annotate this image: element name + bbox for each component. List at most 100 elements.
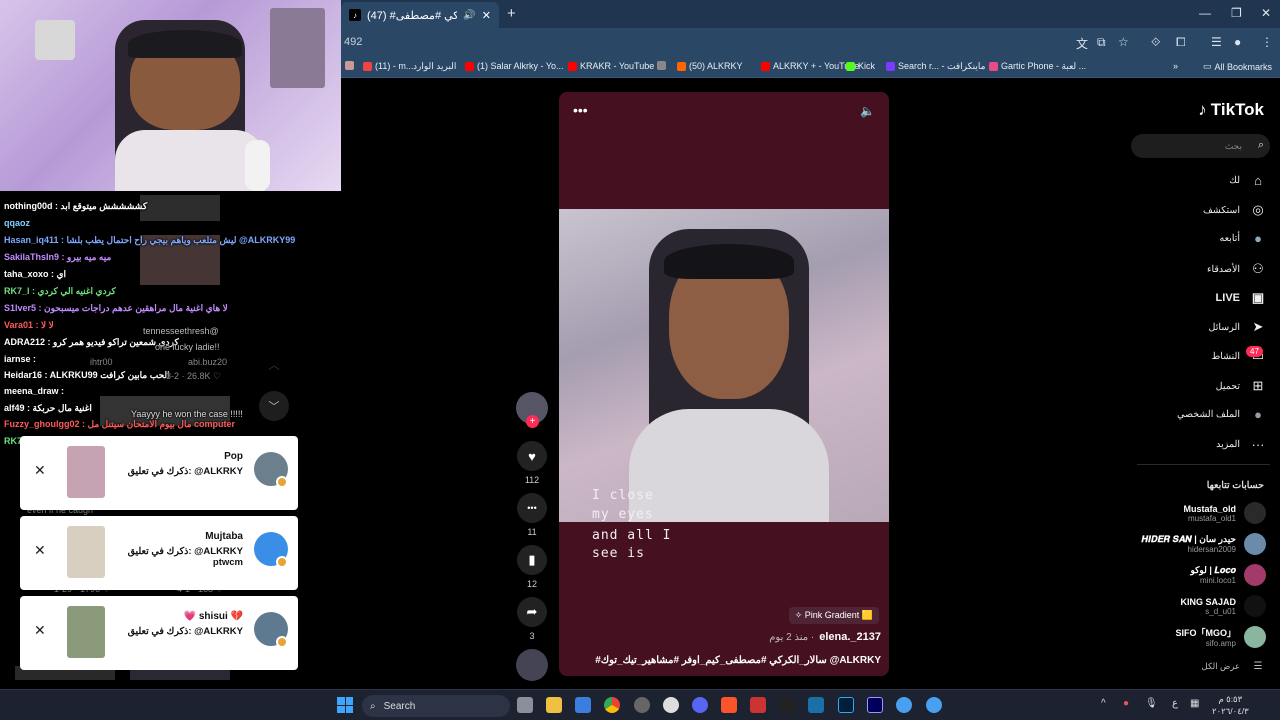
- cast-icon[interactable]: ⧉: [1097, 35, 1106, 50]
- store-icon[interactable]: [575, 697, 591, 713]
- tiktok-logo[interactable]: ♪ TikTok: [1198, 100, 1264, 120]
- profile-avatar-icon[interactable]: ●: [1234, 35, 1241, 49]
- extension-icon[interactable]: ⟐: [1151, 35, 1160, 50]
- folder-icon: ▭: [1203, 61, 1212, 71]
- following-account[interactable]: SIFO「MGO」 sifo.amp: [1176, 626, 1266, 648]
- following-account[interactable]: 𝑯𝑰𝑫𝑬𝑹 𝑺𝑨𝑵 | حيدر سان hidersan2009: [1142, 533, 1266, 555]
- effect-tag[interactable]: ✧ Pink Gradient 🟨: [788, 607, 879, 624]
- chevron-down-icon[interactable]: ﹀: [259, 391, 289, 421]
- notification-card[interactable]: ✕ 💗 shisui 💔 ذكرك في تعليق: @ALKRKY: [20, 596, 298, 670]
- video-caption[interactable]: #سالار_الكركي #مصطفى_كيم_اوفر #مشاهير_تي…: [595, 655, 881, 666]
- like-button[interactable]: ♥ 112: [517, 441, 547, 485]
- chat-line: ADRA212 : كردي شمعين تراكو فيديو همر كرو: [4, 337, 179, 347]
- capcut-icon[interactable]: [779, 697, 795, 713]
- bookmark-item[interactable]: [345, 61, 354, 70]
- puzzle-icon[interactable]: ⧠: [1176, 35, 1186, 50]
- edge-icon[interactable]: [896, 697, 912, 713]
- close-icon[interactable]: ✕: [34, 462, 46, 479]
- following-account[interactable]: KING SAJAD s_d_u01: [1180, 595, 1266, 617]
- nav-more[interactable]: المزيد ···: [1216, 437, 1266, 452]
- video-player[interactable]: ••• 🔈 I close my eyes and all I see is ✧…: [559, 92, 889, 676]
- comment-button[interactable]: ••• 11: [517, 493, 547, 537]
- chevron-up-icon[interactable]: ^: [1101, 698, 1106, 709]
- app-icon[interactable]: [926, 697, 942, 713]
- file-explorer-icon[interactable]: [546, 697, 562, 713]
- bookmark-item[interactable]: ALKRKY + - YouTube: [761, 61, 859, 71]
- bookmark-item[interactable]: (11) - m...: [363, 61, 413, 71]
- nav-for-you[interactable]: لك ⌂: [1229, 173, 1266, 188]
- following-account[interactable]: Mustafa_old mustafa_old1: [1183, 502, 1266, 524]
- obs-icon[interactable]: [634, 697, 650, 713]
- translate-icon[interactable]: 文: [1076, 35, 1088, 52]
- search-input[interactable]: بحث ⌕: [1131, 134, 1270, 158]
- nav-live[interactable]: LIVE ▣: [1216, 290, 1266, 306]
- star-icon[interactable]: ☆: [1118, 35, 1129, 49]
- nav-following[interactable]: أتابعه ●: [1220, 231, 1267, 246]
- notification-card[interactable]: ✕ Mujtaba ذكرك في تعليق: @ALKRKY ptwcm: [20, 516, 298, 590]
- chevron-up-icon[interactable]: ︿: [268, 356, 280, 373]
- share-icon: ➦: [517, 597, 547, 627]
- notification-card[interactable]: ✕ Pop ذكرك في تعليق: @ALKRKY: [20, 436, 298, 510]
- app-icon[interactable]: [750, 697, 766, 713]
- network-icon[interactable]: ▦: [1190, 698, 1199, 709]
- search-icon[interactable]: ⌕: [1258, 139, 1264, 152]
- browser-tab[interactable]: ♪ (47) #سالار_الكركي #مصطفى 🔊 ✕: [341, 2, 499, 28]
- language-indicator[interactable]: ع: [1172, 698, 1178, 709]
- task-view-icon[interactable]: [517, 697, 533, 713]
- mic-icon[interactable]: 🎙: [1145, 698, 1158, 709]
- taskbar-search[interactable]: ⌕ Search: [362, 695, 510, 717]
- menu-list-icon[interactable]: ☰: [1211, 35, 1222, 49]
- close-tab-icon[interactable]: ✕: [482, 9, 491, 22]
- premiere-icon[interactable]: [867, 697, 883, 713]
- chat-line: alf49 : اغنية مال حربكة: [4, 403, 92, 413]
- notification-message: ذكرك في تعليق: @ALKRKY: [127, 466, 243, 477]
- new-tab-button[interactable]: +: [507, 5, 516, 22]
- follow-plus-icon[interactable]: +: [526, 415, 539, 428]
- photoshop-icon[interactable]: [838, 697, 854, 713]
- bookmark-item[interactable]: KRAKR - YouTube: [568, 61, 654, 71]
- bookmark-item[interactable]: Search r... - ماينكرافت: [886, 61, 985, 72]
- discord-icon[interactable]: [692, 697, 708, 713]
- overlay-text: Yaayyy he won the case !!!!!: [131, 409, 243, 419]
- author-name[interactable]: elena._2137: [819, 631, 881, 643]
- more-options-icon[interactable]: •••: [573, 102, 588, 118]
- bookmark-item[interactable]: [657, 61, 666, 70]
- audio-icon[interactable]: 🔊: [463, 10, 475, 21]
- steam-icon[interactable]: [808, 697, 824, 713]
- nav-messages[interactable]: الرسائل ➤: [1209, 319, 1266, 335]
- tab-title: (47) #سالار_الكركي #مصطفى: [367, 9, 458, 22]
- bookmark-item[interactable]: Kick: [846, 61, 875, 71]
- lyric-line: see is: [592, 546, 645, 561]
- nav-upload[interactable]: تحميل ⊞: [1216, 378, 1266, 394]
- sound-disc[interactable]: [516, 649, 548, 681]
- clock[interactable]: ٥:٥٣ م ٢٠٢٦/٠٤/٣: [1212, 693, 1249, 717]
- live-icon: ▣: [1251, 290, 1265, 305]
- see-all-button[interactable]: عرض الكل ☰: [1202, 661, 1266, 672]
- close-window-button[interactable]: ✕: [1261, 6, 1271, 20]
- brave-icon[interactable]: [721, 697, 737, 713]
- url-text[interactable]: 492: [344, 36, 362, 48]
- nav-explore[interactable]: استكشف ◎: [1203, 202, 1266, 218]
- restore-button[interactable]: ❐: [1231, 6, 1242, 20]
- tray-app-icon[interactable]: ●: [1123, 698, 1129, 709]
- share-button[interactable]: ➦ 3: [517, 597, 547, 641]
- nav-friends[interactable]: الأصدقاء ⚇: [1207, 261, 1266, 277]
- chevron-right-icon[interactable]: »: [1173, 61, 1178, 71]
- all-bookmarks[interactable]: ▭ All Bookmarks: [1203, 61, 1272, 72]
- minimize-button[interactable]: —: [1199, 6, 1211, 20]
- steam-settings-icon[interactable]: [663, 697, 679, 713]
- volume-icon[interactable]: 🔈: [860, 104, 875, 118]
- save-button[interactable]: ▮ 12: [517, 545, 547, 589]
- windows-start-icon[interactable]: [337, 697, 353, 713]
- close-icon[interactable]: ✕: [34, 622, 46, 639]
- bookmark-item[interactable]: Gartic Phone - لعبة ...: [989, 61, 1086, 72]
- kebab-menu-icon[interactable]: ⋮: [1261, 35, 1273, 49]
- bookmark-item[interactable]: (50) ALKRKY: [677, 61, 743, 71]
- close-icon[interactable]: ✕: [34, 542, 46, 559]
- comment-icon: •••: [517, 493, 547, 523]
- bookmark-item[interactable]: البريد الوارد: [413, 61, 456, 72]
- nav-profile[interactable]: الملف الشخصي ●: [1177, 407, 1266, 422]
- chrome-icon[interactable]: [604, 697, 620, 713]
- bookmark-item[interactable]: (1) Salar Alkrky - Yo...: [465, 61, 564, 71]
- following-account[interactable]: لوكو | 𝑳𝒐𝒄𝒐 mini.loco1: [1191, 564, 1266, 586]
